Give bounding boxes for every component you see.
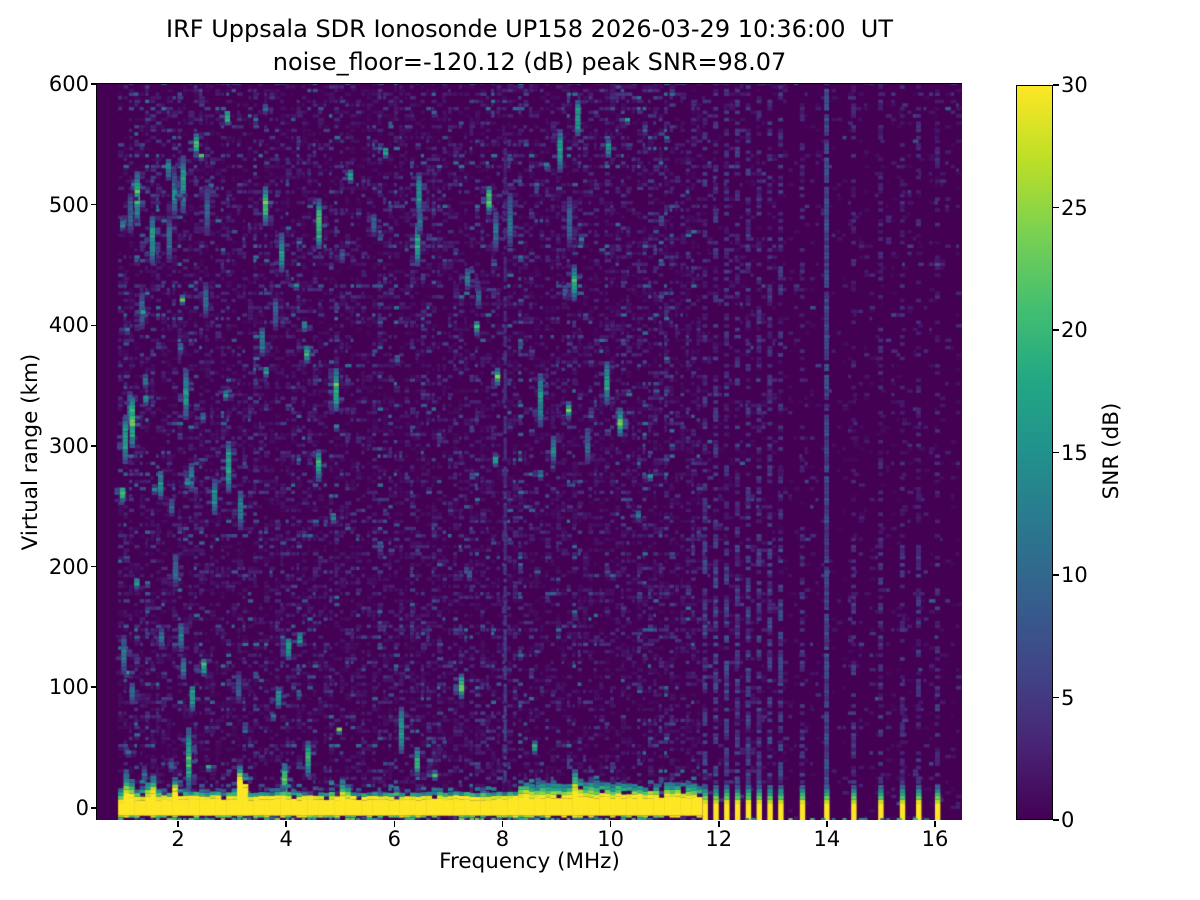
x-axis-label: Frequency (MHz) xyxy=(97,849,962,874)
colorbar-tick-label: 25 xyxy=(1061,195,1121,221)
colorbar-tick xyxy=(1053,329,1059,331)
colorbar-tick-label: 0 xyxy=(1061,807,1121,833)
colorbar-tick-label: 10 xyxy=(1061,562,1121,588)
colorbar-tick-label: 15 xyxy=(1061,440,1121,466)
y-tick xyxy=(91,686,97,688)
heatmap-canvas xyxy=(97,84,962,820)
x-tick-label: 4 xyxy=(256,826,316,852)
ionogram-figure: IRF Uppsala SDR Ionosonde UP158 2026-03-… xyxy=(0,0,1200,900)
y-tick xyxy=(91,325,97,327)
y-tick-label: 0 xyxy=(29,795,89,821)
y-tick-label: 300 xyxy=(29,433,89,459)
y-tick-label: 200 xyxy=(29,554,89,580)
chart-title-line2: noise_floor=-120.12 (dB) peak SNR=98.07 xyxy=(97,46,962,79)
x-tick-label: 12 xyxy=(689,826,749,852)
x-tick-label: 6 xyxy=(364,826,424,852)
colorbar-tick xyxy=(1053,452,1059,454)
colorbar xyxy=(1016,85,1053,820)
colorbar-tick xyxy=(1053,207,1059,209)
y-tick xyxy=(91,566,97,568)
y-tick-label: 400 xyxy=(29,312,89,338)
y-tick-label: 100 xyxy=(29,674,89,700)
colorbar-tick xyxy=(1053,574,1059,576)
colorbar-tick-label: 20 xyxy=(1061,317,1121,343)
colorbar-tick xyxy=(1053,819,1059,821)
colorbar-tick-label: 30 xyxy=(1061,72,1121,98)
x-tick-label: 16 xyxy=(905,826,965,852)
x-tick-label: 8 xyxy=(472,826,532,852)
y-tick xyxy=(91,83,97,85)
chart-title-line1: IRF Uppsala SDR Ionosonde UP158 2026-03-… xyxy=(97,13,962,46)
colorbar-tick xyxy=(1053,697,1059,699)
y-tick-label: 500 xyxy=(29,192,89,218)
y-tick xyxy=(91,445,97,447)
colorbar-tick-label: 5 xyxy=(1061,685,1121,711)
chart-title: IRF Uppsala SDR Ionosonde UP158 2026-03-… xyxy=(97,13,962,79)
y-tick-label: 600 xyxy=(29,71,89,97)
colorbar-tick xyxy=(1053,84,1059,86)
x-tick-label: 2 xyxy=(148,826,208,852)
y-tick xyxy=(91,807,97,809)
y-tick xyxy=(91,204,97,206)
x-tick-label: 10 xyxy=(581,826,641,852)
x-tick-label: 14 xyxy=(797,826,857,852)
